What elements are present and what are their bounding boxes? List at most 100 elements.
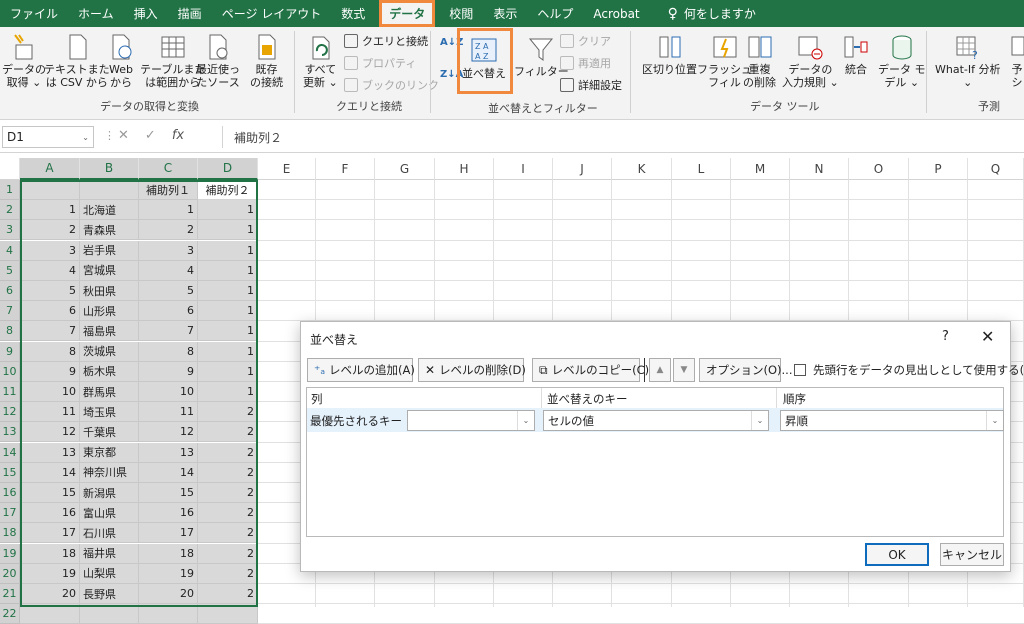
column-header-e[interactable]: E <box>258 158 316 180</box>
formula-input[interactable]: 補助列２ <box>228 126 1018 148</box>
cell-c14[interactable]: 13 <box>139 442 198 463</box>
tab-review[interactable]: 校閲 <box>439 0 483 27</box>
column-header-j[interactable]: J <box>553 158 612 180</box>
data-validation-button[interactable]: データの 入力規則 ⌄ <box>782 33 839 89</box>
remove-duplicates-button[interactable]: 重複 の削除 <box>743 33 776 89</box>
row-header[interactable]: 22 <box>0 604 20 624</box>
cell-a11[interactable]: 10 <box>20 382 80 402</box>
cell-d10[interactable]: 1 <box>198 361 258 382</box>
row-header[interactable]: 16 <box>0 483 20 503</box>
column-header-p[interactable]: P <box>909 158 968 180</box>
cell-b13[interactable]: 千葉県 <box>80 422 139 443</box>
cell-c12[interactable]: 11 <box>139 402 198 423</box>
row-header[interactable]: 9 <box>0 341 20 362</box>
cell-c1[interactable]: 補助列１ <box>139 180 198 200</box>
row-header[interactable]: 21 <box>0 584 20 604</box>
cell-b10[interactable]: 栃木県 <box>80 361 139 382</box>
cell-c5[interactable]: 4 <box>139 260 198 281</box>
cell-a6[interactable]: 5 <box>20 281 80 301</box>
cell-a19[interactable]: 18 <box>20 543 80 564</box>
cell-d17[interactable]: 2 <box>198 503 258 524</box>
cell-d5[interactable]: 1 <box>198 260 258 281</box>
cell-b3[interactable]: 青森県 <box>80 220 139 241</box>
row-header[interactable]: 6 <box>0 281 20 301</box>
consolidate-button[interactable]: 統合 <box>843 33 869 76</box>
cell-c22[interactable] <box>139 604 198 624</box>
cell-c11[interactable]: 10 <box>139 382 198 402</box>
tab-page-layout[interactable]: ページ レイアウト <box>212 0 332 27</box>
cell-b20[interactable]: 山梨県 <box>80 563 139 584</box>
cancel-button[interactable]: キャンセル <box>940 543 1004 566</box>
cell-b18[interactable]: 石川県 <box>80 523 139 544</box>
cell-c6[interactable]: 5 <box>139 281 198 301</box>
cell-d2[interactable]: 1 <box>198 200 258 221</box>
cell-a10[interactable]: 9 <box>20 361 80 382</box>
column-header-a[interactable]: A <box>20 158 80 180</box>
row-header[interactable]: 11 <box>0 382 20 402</box>
refresh-all-button[interactable]: すべて 更新 ⌄ <box>303 33 338 89</box>
cell-d21[interactable]: 2 <box>198 584 258 604</box>
cancel-entry-icon[interactable]: ✕ <box>118 128 129 143</box>
cell-b21[interactable]: 長野県 <box>80 584 139 604</box>
header-row-checkbox[interactable] <box>794 364 806 376</box>
cell-a22[interactable] <box>20 604 80 624</box>
cell-d1[interactable]: 補助列２ <box>198 180 258 200</box>
column-header-h[interactable]: H <box>435 158 494 180</box>
existing-connections-button[interactable]: 既存 の接続 <box>250 33 283 89</box>
cell-c16[interactable]: 15 <box>139 483 198 503</box>
cell-a4[interactable]: 3 <box>20 240 80 261</box>
cell-a9[interactable]: 8 <box>20 341 80 362</box>
cell-a15[interactable]: 14 <box>20 462 80 483</box>
cell-a21[interactable]: 20 <box>20 584 80 604</box>
tab-view[interactable]: 表示 <box>483 0 527 27</box>
delete-level-button[interactable]: ✕ レベルの削除(D) <box>418 358 526 382</box>
row-header[interactable]: 5 <box>0 260 20 281</box>
tab-insert[interactable]: 挿入 <box>124 0 168 27</box>
column-header-c[interactable]: C <box>139 158 198 180</box>
tab-file[interactable]: ファイル <box>0 0 68 27</box>
column-header-o[interactable]: O <box>849 158 909 180</box>
row-header[interactable]: 15 <box>0 462 20 483</box>
cell-c9[interactable]: 8 <box>139 341 198 362</box>
row-header[interactable]: 1 <box>0 180 20 200</box>
cell-d4[interactable]: 1 <box>198 240 258 261</box>
cell-a12[interactable]: 11 <box>20 402 80 423</box>
cell-a8[interactable]: 7 <box>20 321 80 342</box>
cell-d13[interactable]: 2 <box>198 422 258 443</box>
column-header-g[interactable]: G <box>375 158 435 180</box>
cell-a3[interactable]: 2 <box>20 220 80 241</box>
cell-d14[interactable]: 2 <box>198 442 258 463</box>
advanced-button[interactable]: 詳細設定 <box>560 77 622 93</box>
row-header[interactable]: 17 <box>0 503 20 524</box>
text-csv-button[interactable]: テキストまた は CSV から <box>44 33 110 89</box>
row-header[interactable]: 10 <box>0 361 20 382</box>
cell-d11[interactable]: 1 <box>198 382 258 402</box>
cell-b22[interactable] <box>80 604 139 624</box>
get-data-button[interactable]: データの 取得 ⌄ <box>2 33 46 89</box>
column-header-i[interactable]: I <box>494 158 553 180</box>
recent-sources-button[interactable]: 最近使っ たソース <box>196 33 240 89</box>
cell-b9[interactable]: 茨城県 <box>80 341 139 362</box>
cell-d9[interactable]: 1 <box>198 341 258 362</box>
cell-d18[interactable]: 2 <box>198 523 258 544</box>
column-header-f[interactable]: F <box>316 158 375 180</box>
row-header[interactable]: 13 <box>0 422 20 443</box>
cell-a2[interactable]: 1 <box>20 200 80 221</box>
add-level-button[interactable]: ⁺ₐ レベルの追加(A) <box>307 358 415 382</box>
cell-c2[interactable]: 1 <box>139 200 198 221</box>
row-header[interactable]: 12 <box>0 402 20 423</box>
book-links-button[interactable]: ブックのリンク <box>344 77 439 93</box>
row-header[interactable]: 7 <box>0 301 20 322</box>
close-icon[interactable]: ✕ <box>981 327 994 346</box>
cell-c15[interactable]: 14 <box>139 462 198 483</box>
row-header[interactable]: 20 <box>0 563 20 584</box>
cell-b16[interactable]: 新潟県 <box>80 483 139 503</box>
cell-b2[interactable]: 北海道 <box>80 200 139 221</box>
cell-a7[interactable]: 6 <box>20 301 80 322</box>
order-select[interactable]: 昇順 ⌄ <box>780 410 1004 431</box>
cell-c10[interactable]: 9 <box>139 361 198 382</box>
cell-b12[interactable]: 埼玉県 <box>80 402 139 423</box>
queries-connections-button[interactable]: クエリと接続 <box>344 33 428 49</box>
cell-b15[interactable]: 神奈川県 <box>80 462 139 483</box>
data-model-button[interactable]: データ モ デル ⌄ <box>878 33 926 89</box>
